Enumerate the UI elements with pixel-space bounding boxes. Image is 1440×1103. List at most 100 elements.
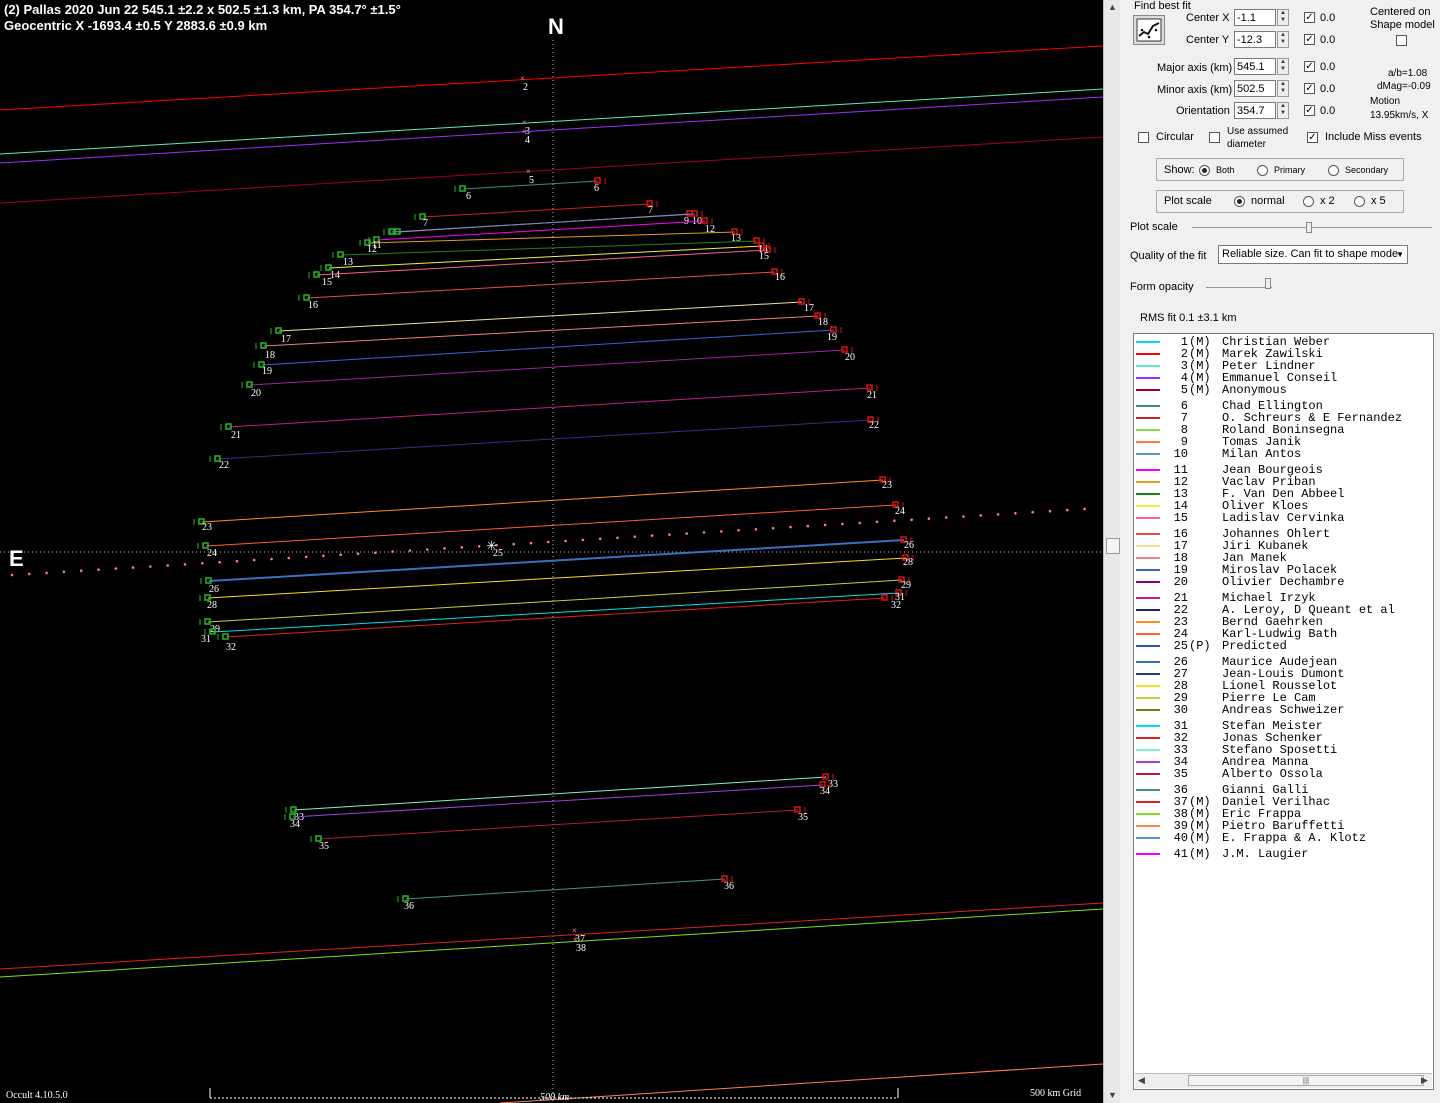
observer-list[interactable]: 1 (M) Christian Weber 2 (M) Marek Zawilski 3 (M… <box>1133 333 1434 1090</box>
orientation-input[interactable]: 354.7 <box>1234 102 1276 119</box>
chord-line <box>422 203 651 218</box>
chord-start-label: 36 <box>404 901 414 912</box>
show-both-radio[interactable] <box>1199 165 1210 176</box>
chord-line <box>306 271 776 299</box>
center-y-fit-checkbox[interactable]: ✓ <box>1304 34 1315 45</box>
center-x-fit-checkbox[interactable]: ✓ <box>1304 12 1315 23</box>
observer-color-swatch <box>1136 469 1160 471</box>
center-x-spinner[interactable]: ▲ ▼ <box>1277 9 1289 26</box>
observer-color-swatch <box>1136 673 1160 675</box>
form-opacity-slider-thumb[interactable] <box>1265 278 1271 289</box>
assumed-diameter-checkbox[interactable] <box>1209 132 1220 143</box>
center-x-input[interactable]: -1.1 <box>1234 9 1276 26</box>
major-axis-input[interactable]: 545.1 <box>1234 58 1276 75</box>
predicted-path-dot <box>720 530 723 533</box>
show-secondary-radio[interactable] <box>1328 165 1339 176</box>
observer-number: 40 <box>1173 831 1188 845</box>
predicted-path-dot <box>235 559 239 563</box>
observer-color-swatch <box>1136 417 1160 419</box>
form-opacity-slider-track[interactable] <box>1206 287 1272 288</box>
chord-start-label: 19 <box>262 366 272 377</box>
major-axis-spinner[interactable]: ▲ ▼ <box>1277 58 1289 75</box>
chord-start-marker <box>222 633 229 640</box>
chord-line <box>405 878 726 900</box>
include-miss-checkbox[interactable]: ✓ <box>1307 132 1318 143</box>
predicted-path-dot <box>841 522 844 526</box>
scale-bar-label: 500 km <box>540 1092 570 1103</box>
observer-number: 30 <box>1173 703 1188 717</box>
scroll-up-icon[interactable]: ▲ <box>1108 2 1117 12</box>
center-y-spinner[interactable]: ▲ ▼ <box>1277 31 1289 48</box>
predicted-path-dot <box>581 538 585 542</box>
east-marker: E <box>9 546 24 571</box>
predicted-path-dot <box>183 563 187 566</box>
observer-number: 25 <box>1173 639 1188 653</box>
scale-x2-radio[interactable] <box>1303 196 1314 207</box>
chord-end-label: 17 <box>804 303 814 314</box>
chord-end-label: 32 <box>891 600 901 611</box>
show-primary-radio[interactable] <box>1257 165 1268 176</box>
orientation-spinner[interactable]: ▲ ▼ <box>1277 102 1289 119</box>
scroll-down-icon[interactable]: ▼ <box>1108 1090 1117 1100</box>
predicted-path-dot <box>149 565 152 568</box>
event-summary: (2) Pallas 2020 Jun 22 545.1 ±2.2 x 502.… <box>4 2 401 17</box>
chord-line <box>499 1063 1103 1103</box>
minor-axis-spinner[interactable]: ▲ ▼ <box>1277 80 1289 97</box>
include-miss-label: Include Miss events <box>1325 131 1422 143</box>
predicted-path-dot <box>477 545 481 548</box>
observer-name: Olivier Dechambre <box>1222 575 1345 589</box>
observer-color-swatch <box>1136 453 1160 455</box>
quality-select[interactable]: Reliable size. Can fit to shape mode ▼ <box>1218 245 1408 264</box>
list-horizontal-scrollbar[interactable]: ◀ ||| ▶ <box>1135 1073 1432 1088</box>
predicted-path-dot <box>425 548 429 551</box>
orientation-fit-checkbox[interactable]: ✓ <box>1304 105 1315 116</box>
shape-model-checkbox[interactable] <box>1396 35 1407 46</box>
chord-start-label: 7 <box>423 218 428 229</box>
observer-color-swatch <box>1136 749 1160 751</box>
scroll-right-icon[interactable]: ▶ <box>1421 1075 1428 1086</box>
observer-color-swatch <box>1136 837 1160 839</box>
observer-name: Predicted <box>1222 639 1287 653</box>
chord-line <box>212 592 900 633</box>
scale-normal-radio[interactable] <box>1234 196 1245 207</box>
chord-start-label: 13 <box>343 257 353 268</box>
version-label: Occult 4.10.5.0 <box>6 1090 68 1101</box>
minor-axis-fit-checkbox[interactable]: ✓ <box>1304 83 1315 94</box>
scroll-thumb[interactable] <box>1106 538 1120 554</box>
chord-end-label: 12 <box>705 224 715 235</box>
predicted-path-dot <box>512 542 515 546</box>
centered-on-label: Centered on <box>1370 6 1431 18</box>
major-axis-fit-checkbox[interactable]: ✓ <box>1304 61 1315 72</box>
plot-scale-slider-track[interactable] <box>1192 227 1432 228</box>
plot-scale-slider-thumb[interactable] <box>1306 222 1312 233</box>
chord-line <box>217 419 872 460</box>
predicted-path-dot <box>650 534 654 537</box>
list-scroll-thumb[interactable]: ||| <box>1188 1075 1424 1086</box>
predicted-path-dot <box>858 521 861 525</box>
minor-axis-input[interactable]: 502.5 <box>1234 80 1276 97</box>
chord-start-label: 21 <box>231 430 241 441</box>
minor-axis-label: Minor axis (km) <box>1157 84 1233 96</box>
scale-x5-radio[interactable] <box>1354 196 1365 207</box>
center-y-offset: 0.0 <box>1320 34 1336 46</box>
chord-start-label: 6 <box>466 191 471 202</box>
circular-checkbox[interactable] <box>1138 132 1149 143</box>
scroll-left-icon[interactable]: ◀ <box>1138 1075 1145 1086</box>
predicted-path-dot <box>685 532 688 535</box>
chord-start-marker <box>205 577 212 584</box>
find-best-fit-button[interactable] <box>1133 15 1165 45</box>
grid-label: 500 km Grid <box>1030 1088 1082 1099</box>
observer-color-swatch <box>1136 609 1160 611</box>
chord-line <box>205 504 897 547</box>
observer-color-swatch <box>1136 557 1160 559</box>
predicted-path-dot <box>391 550 394 553</box>
center-y-input[interactable]: -12.3 <box>1234 31 1276 48</box>
scale-x5-label: x 5 <box>1371 195 1386 207</box>
scale-x2-label: x 2 <box>1320 195 1335 207</box>
plot-vertical-scrollbar[interactable]: ▲ ▼ <box>1103 0 1121 1103</box>
occultation-plot[interactable]: ×2×3×4×566779101112121313141415151616171… <box>0 0 1103 1103</box>
chord-start-label: 23 <box>202 522 212 533</box>
observer-name: E. Frappa & A. Klotz <box>1222 831 1367 845</box>
predicted-path-dot <box>1048 509 1052 513</box>
chord-end-label: 18 <box>818 317 828 328</box>
